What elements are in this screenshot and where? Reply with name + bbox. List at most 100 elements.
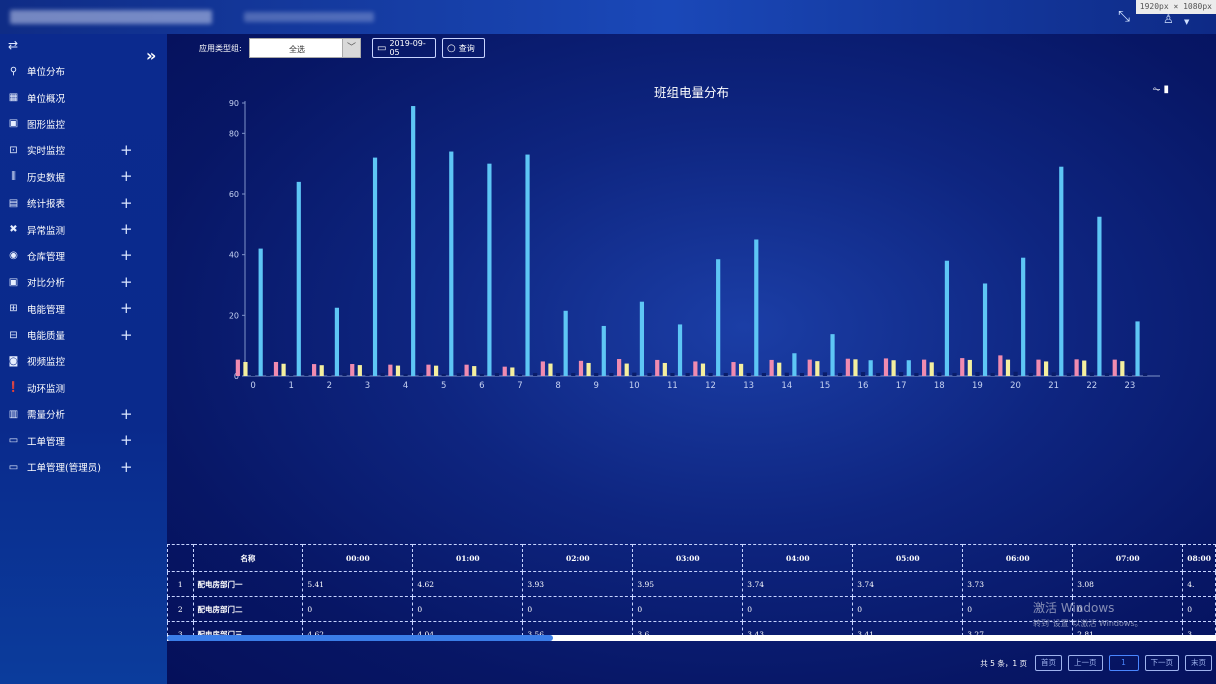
sidebar-item[interactable]: ▥ 需量分析 + bbox=[0, 401, 167, 427]
table-cell: 3.74 bbox=[852, 571, 964, 597]
chart-bar bbox=[685, 372, 690, 376]
chart-bar bbox=[372, 157, 378, 376]
expand-plus-icon[interactable]: + bbox=[120, 459, 133, 475]
sidebar-item[interactable]: ▤ 统计报表 + bbox=[0, 190, 167, 216]
hour-column-header[interactable]: 08:00 bbox=[1182, 544, 1216, 572]
next-page-button[interactable]: 下一页 bbox=[1144, 655, 1179, 671]
expand-plus-icon[interactable]: + bbox=[120, 406, 133, 422]
chart-bar bbox=[914, 372, 919, 376]
sidebar-item-label: 电能管理 bbox=[27, 304, 66, 316]
sidebar-item-label: 图形监控 bbox=[27, 119, 66, 131]
hour-column-header[interactable]: 01:00 bbox=[412, 544, 524, 572]
hour-column-header[interactable]: 04:00 bbox=[742, 544, 854, 572]
sidebar-item-label: 实时监控 bbox=[27, 146, 66, 158]
hour-column-header[interactable]: 02:00 bbox=[522, 544, 634, 572]
user-icon[interactable]: ♙ bbox=[1163, 12, 1174, 26]
x-tick-label: 10 bbox=[629, 381, 640, 391]
chart-bar bbox=[601, 325, 606, 376]
hour-column-header[interactable]: 03:00 bbox=[632, 544, 744, 572]
chart-bar bbox=[617, 359, 622, 376]
chart-bar bbox=[388, 364, 393, 376]
prev-page-button[interactable]: 上一页 bbox=[1068, 655, 1103, 671]
x-tick-label: 14 bbox=[781, 381, 792, 391]
index-header bbox=[167, 544, 194, 572]
sidebar-item[interactable]: ◙ 视频监控 bbox=[0, 348, 167, 374]
chart-bar bbox=[1127, 372, 1133, 376]
chart-bar bbox=[296, 181, 301, 376]
fullscreen-exit-icon[interactable]: ⤡ bbox=[1118, 9, 1130, 24]
work-order-admin-icon: ▭ bbox=[8, 461, 19, 473]
name-column-header[interactable]: 名称 bbox=[192, 544, 304, 572]
chart-bar bbox=[777, 362, 782, 376]
chart-bar bbox=[1043, 361, 1049, 376]
chart-bar bbox=[807, 359, 812, 376]
chart-bar bbox=[289, 372, 294, 376]
expand-plus-icon[interactable]: + bbox=[120, 222, 133, 237]
main-content: 应用类型组: 全选 ﹀ ▭ 2019-09-05 ○ 查询 班组电量分布 ⏦▮ … bbox=[167, 34, 1216, 684]
sidebar-item[interactable]: ▭ 工单管理(管理员) + bbox=[0, 454, 167, 480]
expand-plus-icon[interactable]: + bbox=[120, 274, 133, 290]
swap-icon[interactable]: ⇄ bbox=[8, 38, 18, 52]
page-number-input[interactable]: 1 bbox=[1108, 655, 1139, 671]
sidebar-item-label: 对比分析 bbox=[27, 278, 66, 290]
hour-column-header[interactable]: 06:00 bbox=[962, 544, 1074, 572]
expand-plus-icon[interactable]: + bbox=[120, 327, 133, 343]
chart-bar bbox=[990, 372, 995, 376]
expand-plus-icon[interactable]: + bbox=[120, 169, 133, 184]
sidebar-item[interactable]: ⊡ 实时监控 + bbox=[0, 137, 167, 163]
watermark-line2: 转到"设置"以激活 Windows。 bbox=[1033, 619, 1143, 628]
hour-column-header[interactable]: 05:00 bbox=[852, 544, 964, 572]
chart-bar bbox=[769, 359, 774, 376]
sidebar-item[interactable]: ❗ 动环监测 bbox=[0, 375, 167, 401]
power-quality-icon: ⊟ bbox=[9, 329, 18, 341]
table-cell: 0 bbox=[302, 596, 414, 622]
chart-bar bbox=[312, 364, 317, 376]
chart-bar bbox=[555, 372, 561, 376]
first-page-button[interactable]: 首页 bbox=[1035, 655, 1062, 671]
chart-bar bbox=[563, 310, 568, 376]
scrollbar-thumb[interactable] bbox=[167, 635, 553, 641]
sidebar-item[interactable]: ▦ 单位概况 bbox=[0, 84, 167, 110]
type-group-select[interactable]: 全选 ﹀ bbox=[249, 38, 361, 58]
sidebar-item[interactable]: ▣ 图形监控 bbox=[0, 111, 167, 137]
chart-bar bbox=[533, 372, 538, 376]
date-picker[interactable]: ▭ 2019-09-05 bbox=[372, 38, 436, 58]
table-row[interactable]: 1 配电房部门一 5.41 4.62 3.93 3.95 3.74 3.74 3.73 3.08 4… bbox=[167, 571, 1216, 597]
chart-bar bbox=[594, 372, 599, 376]
chart-bar bbox=[716, 259, 721, 376]
windows-activation-watermark: 激活 Windows 转到"设置"以激活 Windows。 bbox=[1033, 599, 1143, 629]
chart-bar bbox=[1013, 371, 1018, 376]
chart-bar bbox=[1112, 359, 1117, 376]
chart-bar bbox=[525, 154, 530, 376]
sidebar-item[interactable]: ⚲ 单位分布 bbox=[0, 58, 167, 84]
hour-column-header[interactable]: 07:00 bbox=[1072, 544, 1184, 572]
chart-bar bbox=[700, 363, 706, 376]
query-button[interactable]: ○ 查询 bbox=[442, 38, 485, 58]
x-tick-label: 17 bbox=[896, 381, 907, 391]
expand-plus-icon[interactable]: + bbox=[120, 301, 133, 316]
table-cell: 0 bbox=[632, 596, 744, 622]
monitor-icon: ▣ bbox=[8, 118, 19, 130]
sidebar-item[interactable]: ⫼ 历史数据 + bbox=[0, 164, 167, 190]
sidebar-item[interactable]: ⊞ 电能管理 + bbox=[0, 296, 167, 322]
horizontal-scrollbar[interactable] bbox=[167, 635, 1216, 641]
expand-plus-icon[interactable]: + bbox=[120, 195, 133, 211]
chart-bar bbox=[891, 360, 896, 376]
query-label: 查询 bbox=[458, 43, 475, 53]
sidebar-item[interactable]: ✖ 异常监测 + bbox=[0, 216, 167, 242]
expand-plus-icon[interactable]: + bbox=[120, 433, 133, 448]
sidebar-item[interactable]: ▣ 对比分析 + bbox=[0, 269, 167, 295]
sidebar-item[interactable]: ◉ 仓库管理 + bbox=[0, 243, 167, 269]
sidebar-item[interactable]: ⊟ 电能质量 + bbox=[0, 322, 167, 348]
sidebar-item-label: 历史数据 bbox=[27, 172, 66, 184]
chart-bar bbox=[1104, 372, 1110, 376]
grid-icon: ▦ bbox=[8, 92, 19, 104]
sidebar-item[interactable]: ▭ 工单管理 + bbox=[0, 427, 167, 453]
chart-bar bbox=[357, 365, 362, 376]
hour-column-header[interactable]: 00:00 bbox=[302, 544, 414, 572]
expand-plus-icon[interactable]: + bbox=[120, 142, 133, 158]
chevron-down-icon[interactable]: ▼ bbox=[1184, 15, 1189, 29]
expand-plus-icon[interactable]: + bbox=[120, 248, 133, 263]
chart-bar bbox=[1021, 257, 1026, 376]
last-page-button[interactable]: 末页 bbox=[1185, 655, 1212, 671]
